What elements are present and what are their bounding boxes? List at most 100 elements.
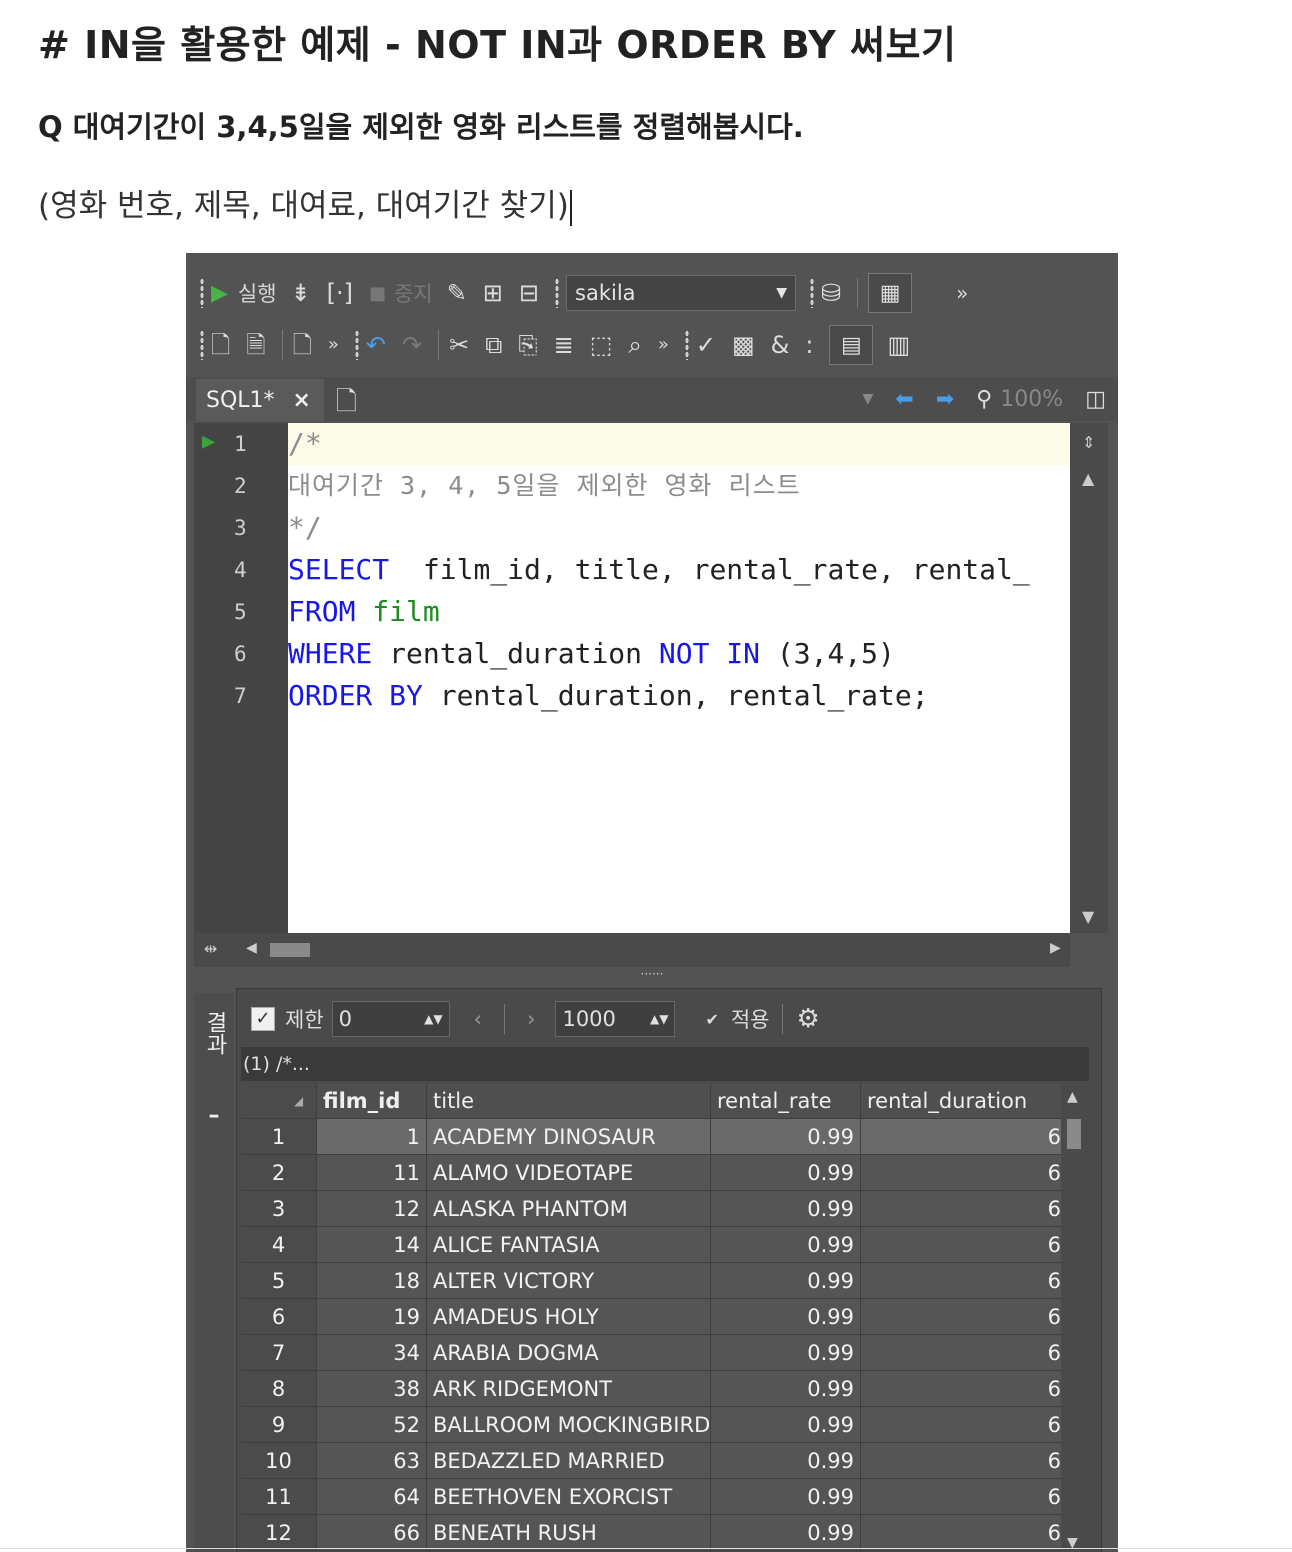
title-cell[interactable]: ARK RIDGEMONT [427,1371,711,1406]
zoom-icon[interactable]: ⚲ [976,387,992,412]
table-row[interactable]: 3 12 ALASKA PHANTOM 0.99 6 [241,1191,1061,1227]
rental-rate-cell[interactable]: 0.99 [711,1263,861,1298]
run-selection-icon[interactable]: ⇟ [291,281,311,305]
table-row[interactable]: 5 18 ALTER VICTORY 0.99 6 [241,1263,1061,1299]
layout-button[interactable]: ▤ [829,325,874,365]
query-profile-icon[interactable]: ⊟ [519,281,539,305]
rental-rate-cell[interactable]: 0.99 [711,1371,861,1406]
scroll-thumb[interactable] [270,943,310,957]
film-id-cell[interactable]: 19 [317,1299,427,1334]
select-all-icon[interactable]: ⬚ [590,333,613,357]
editor-vertical-scrollbar[interactable]: ⇕ ▲ ▼ [1070,423,1108,933]
tab-sql1[interactable]: SQL1* × [196,379,324,421]
explain-analyze-icon[interactable]: ⊞ [483,281,503,305]
column-header-title[interactable]: title [427,1083,711,1118]
new-query-tab-icon[interactable]: 🗋 [293,333,312,357]
query-builder-icon[interactable]: ✓ [696,333,716,357]
find-icon[interactable]: ⌕ [628,333,641,357]
film-id-cell[interactable]: 18 [317,1263,427,1298]
run-current-query-icon[interactable]: [·] [327,281,353,305]
spinner-icon[interactable]: ▲▼ [650,1012,668,1026]
row-number-header[interactable]: ◢ [241,1083,317,1118]
toolbar-grip-5[interactable] [354,330,359,360]
sql-export-icon[interactable]: ⛁ [821,281,841,305]
rental-rate-cell[interactable]: 0.99 [711,1191,861,1226]
rental-duration-cell[interactable]: 6 [861,1155,1061,1190]
title-cell[interactable]: ALTER VICTORY [427,1263,711,1298]
tab-dropdown-icon[interactable]: ▼ [863,391,874,407]
title-cell[interactable]: ACADEMY DINOSAUR [427,1119,711,1154]
spinner-icon[interactable]: ▲▼ [424,1012,442,1026]
title-cell[interactable]: BEETHOVEN EXORCIST [427,1479,711,1514]
arrow-left-icon[interactable]: ⬅ [895,387,913,412]
scroll-thumb[interactable] [1067,1119,1081,1149]
format-sql-icon[interactable]: ≣ [554,333,574,357]
table-row[interactable]: 2 11 ALAMO VIDEOTAPE 0.99 6 [241,1155,1061,1191]
results-side-tab[interactable]: 결과 – [194,993,234,1552]
film-id-cell[interactable]: 34 [317,1335,427,1370]
rental-rate-cell[interactable]: 0.99 [711,1515,861,1550]
scroll-down-icon[interactable]: ▼ [1082,907,1094,926]
rental-duration-cell[interactable]: 6 [861,1119,1061,1154]
row-number-cell[interactable]: 5 [241,1263,317,1298]
toolbar-grip[interactable] [200,278,204,308]
panel-splitter[interactable]: ······ [186,967,1118,989]
more-tools-icon[interactable]: » [956,283,968,303]
film-id-cell[interactable]: 14 [317,1227,427,1262]
open-file-icon[interactable]: 🗎 [246,333,265,357]
title-cell[interactable]: AMADEUS HOLY [427,1299,711,1334]
rental-duration-cell[interactable]: 6 [861,1191,1061,1226]
row-number-cell[interactable]: 4 [241,1227,317,1262]
scroll-right-icon[interactable]: ▶ [1050,940,1061,956]
table-row[interactable]: 7 34 ARABIA DOGMA 0.99 6 [241,1335,1061,1371]
colon-icon[interactable]: : [805,333,813,357]
column-header-film-id[interactable]: film_id [317,1083,427,1118]
rental-rate-cell[interactable]: 0.99 [711,1407,861,1442]
row-number-cell[interactable]: 11 [241,1479,317,1514]
rental-duration-cell[interactable]: 6 [861,1443,1061,1478]
film-id-cell[interactable]: 63 [317,1443,427,1478]
prev-page-icon[interactable]: ‹ [474,1007,482,1031]
scroll-up-icon[interactable]: ▲ [1067,1089,1078,1105]
film-id-cell[interactable]: 12 [317,1191,427,1226]
cut-icon[interactable]: ✂ [449,333,469,357]
scroll-up-icon[interactable]: ▲ [1082,469,1094,488]
page-size-input[interactable]: 1000 ▲▼ [555,1001,676,1037]
title-cell[interactable]: ALICE FANTASIA [427,1227,711,1262]
title-cell[interactable]: ALASKA PHANTOM [427,1191,711,1226]
explain-icon[interactable]: ✎ [447,281,467,305]
arrow-right-icon[interactable]: ➡ [936,387,954,412]
rental-duration-cell[interactable]: 6 [861,1227,1061,1262]
paste-icon[interactable]: ⎘ [518,333,537,357]
scroll-left-icon[interactable]: ◀ [246,940,257,956]
rental-duration-cell[interactable]: 6 [861,1299,1061,1334]
split-horizontal-icon[interactable]: ⇹ [204,939,217,958]
title-cell[interactable]: ALAMO VIDEOTAPE [427,1155,711,1190]
rental-duration-cell[interactable]: 6 [861,1407,1061,1442]
row-number-cell[interactable]: 1 [241,1119,317,1154]
film-id-cell[interactable]: 38 [317,1371,427,1406]
title-cell[interactable]: BENEATH RUSH [427,1515,711,1550]
film-id-cell[interactable]: 66 [317,1515,427,1550]
more-edit-icon[interactable]: » [658,336,669,354]
row-number-cell[interactable]: 7 [241,1335,317,1370]
table-row[interactable]: 12 66 BENEATH RUSH 0.99 6 [241,1515,1061,1551]
toolbar-grip-2[interactable] [555,278,560,308]
rental-duration-cell[interactable]: 6 [861,1263,1061,1298]
copy-icon[interactable]: ⧉ [485,333,502,357]
rental-rate-cell[interactable]: 0.99 [711,1335,861,1370]
title-cell[interactable]: BEDAZZLED MARRIED [427,1443,711,1478]
next-page-icon[interactable]: › [527,1007,535,1031]
more-file-icon[interactable]: » [328,336,339,354]
table-row[interactable]: 9 52 BALLROOM MOCKINGBIRD 0.99 6 [241,1407,1061,1443]
rental-rate-cell[interactable]: 0.99 [711,1119,861,1154]
ampersand-icon[interactable]: & [771,333,790,357]
rental-rate-cell[interactable]: 0.99 [711,1227,861,1262]
row-number-cell[interactable]: 2 [241,1155,317,1190]
checker-icon[interactable]: ▩ [732,333,755,357]
rental-rate-cell[interactable]: 0.99 [711,1299,861,1334]
rental-duration-cell[interactable]: 6 [861,1515,1061,1550]
undo-icon[interactable]: ↶ [366,333,386,357]
split-view-icon[interactable]: ◫ [1085,387,1106,412]
toolbar-grip-3[interactable] [810,278,815,308]
